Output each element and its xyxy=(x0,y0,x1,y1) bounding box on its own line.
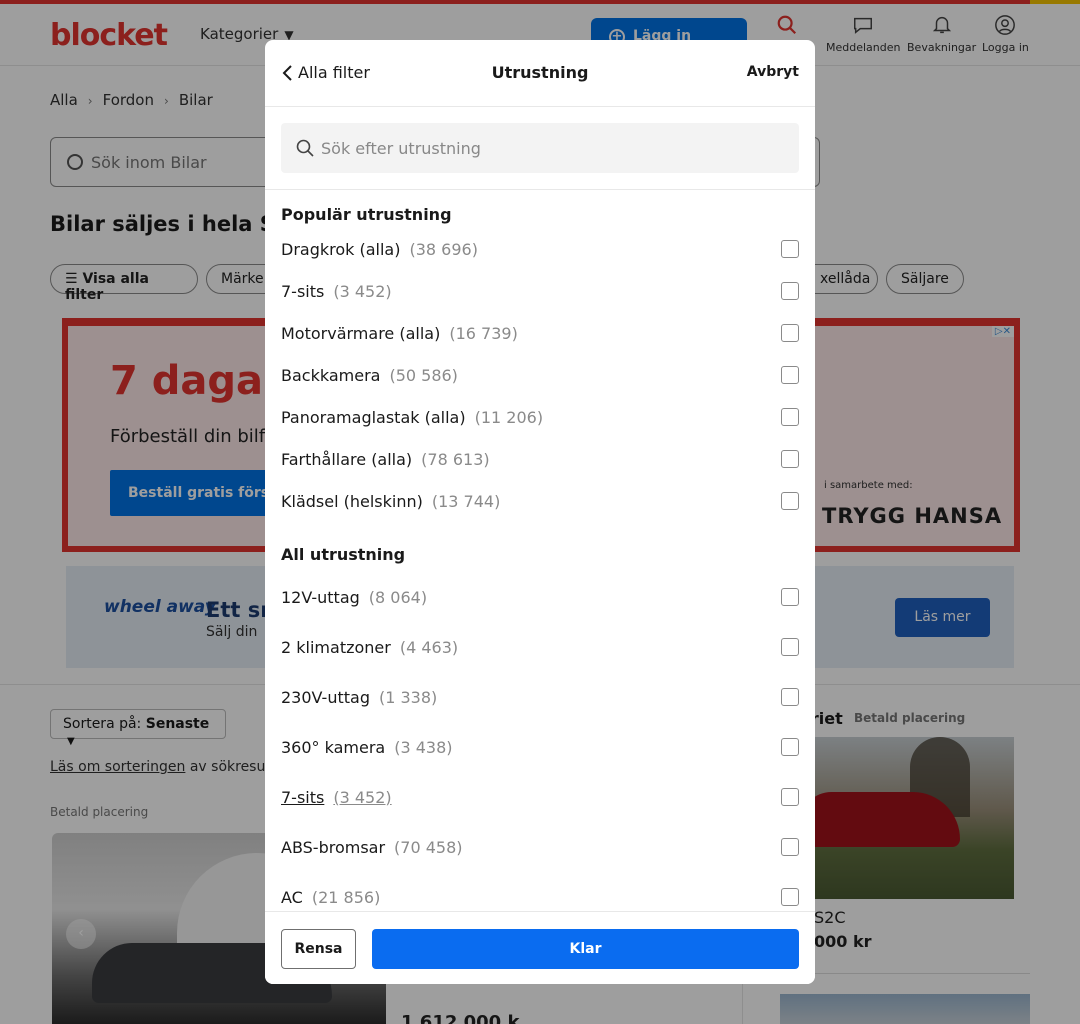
option-label: 360° kamera xyxy=(281,737,386,757)
equipment-option-hovered[interactable]: 7-sits (3 452) xyxy=(281,783,799,811)
chevron-left-icon xyxy=(282,64,292,81)
option-count: (78 613) xyxy=(421,449,490,469)
equipment-list[interactable]: Populär utrustning Dragkrok (alla) (38 69… xyxy=(265,190,815,911)
modal-header: Alla filter Utrustning Avbryt xyxy=(265,40,815,107)
option-label: Motorvärmare (alla) xyxy=(281,323,441,343)
option-label: Dragkrok (alla) xyxy=(281,239,401,259)
option-checkbox[interactable] xyxy=(781,324,799,342)
modal-footer: Rensa Klar xyxy=(265,911,815,984)
option-label: ABS-bromsar xyxy=(281,837,386,857)
option-checkbox[interactable] xyxy=(781,638,799,656)
equipment-option[interactable]: ABS-bromsar (70 458) xyxy=(281,833,799,861)
option-count: (50 586) xyxy=(389,365,458,385)
option-label: Klädsel (helskinn) xyxy=(281,491,423,511)
equipment-option[interactable]: Motorvärmare (alla) (16 739) xyxy=(281,319,799,347)
option-count: (4 463) xyxy=(399,637,459,657)
equipment-option[interactable]: Klädsel (helskinn) (13 744) xyxy=(281,487,799,515)
option-count: (3 438) xyxy=(394,737,453,757)
option-label: Panoramaglastak (alla) xyxy=(281,407,466,427)
option-count: (70 458) xyxy=(394,837,463,857)
equipment-option[interactable]: AC (21 856) xyxy=(281,883,799,911)
equipment-option[interactable]: Farthållare (alla) (78 613) xyxy=(281,445,799,473)
equipment-search-input[interactable] xyxy=(281,123,799,173)
equipment-option[interactable]: 360° kamera (3 438) xyxy=(281,733,799,761)
option-checkbox[interactable] xyxy=(781,838,799,856)
all-equipment-heading: All utrustning xyxy=(281,545,406,564)
reset-button[interactable]: Rensa xyxy=(281,929,356,969)
equipment-option[interactable]: 7-sits (3 452) xyxy=(281,277,799,305)
option-checkbox[interactable] xyxy=(781,492,799,510)
option-count: (3 452) xyxy=(333,281,392,301)
option-label: 12V-uttag xyxy=(281,587,360,607)
equipment-option[interactable]: 2 klimatzoner (4 463) xyxy=(281,633,799,661)
option-count: (3 452) xyxy=(333,787,392,807)
option-label: Backkamera xyxy=(281,365,381,385)
option-checkbox[interactable] xyxy=(781,588,799,606)
option-checkbox[interactable] xyxy=(781,788,799,806)
option-count: (21 856) xyxy=(311,887,381,907)
option-checkbox[interactable] xyxy=(781,366,799,384)
option-checkbox[interactable] xyxy=(781,888,799,906)
done-button[interactable]: Klar xyxy=(372,929,799,969)
option-checkbox[interactable] xyxy=(781,240,799,258)
back-label: Alla filter xyxy=(298,63,370,82)
option-checkbox[interactable] xyxy=(781,408,799,426)
option-checkbox[interactable] xyxy=(781,738,799,756)
option-checkbox[interactable] xyxy=(781,450,799,468)
option-label: 2 klimatzoner xyxy=(281,637,391,657)
popular-equipment-heading: Populär utrustning xyxy=(281,205,452,224)
option-checkbox[interactable] xyxy=(781,688,799,706)
option-count: (38 696) xyxy=(409,239,478,259)
option-checkbox[interactable] xyxy=(781,282,799,300)
option-count: (8 064) xyxy=(368,587,428,607)
cancel-button[interactable]: Avbryt xyxy=(747,64,799,80)
equipment-filter-modal: Alla filter Utrustning Avbryt Populär ut… xyxy=(265,40,815,984)
equipment-option[interactable]: Panoramaglastak (alla) (11 206) xyxy=(281,403,799,431)
option-label: Farthållare (alla) xyxy=(281,449,413,469)
equipment-option[interactable]: 12V-uttag (8 064) xyxy=(281,583,799,611)
equipment-option[interactable]: Backkamera (50 586) xyxy=(281,361,799,389)
option-label: 230V-uttag xyxy=(281,687,370,707)
option-label: 7-sits xyxy=(281,281,325,301)
back-to-all-filters-button[interactable]: Alla filter xyxy=(281,63,370,82)
equipment-option[interactable]: Dragkrok (alla) (38 696) xyxy=(281,235,799,263)
option-label: 7-sits xyxy=(281,787,325,807)
equipment-search xyxy=(265,107,815,190)
option-count: (16 739) xyxy=(449,323,518,343)
equipment-option[interactable]: 230V-uttag (1 338) xyxy=(281,683,799,711)
option-count: (11 206) xyxy=(474,407,544,427)
option-count: (13 744) xyxy=(431,491,501,511)
option-count: (1 338) xyxy=(378,687,438,707)
option-label: AC xyxy=(281,887,303,907)
